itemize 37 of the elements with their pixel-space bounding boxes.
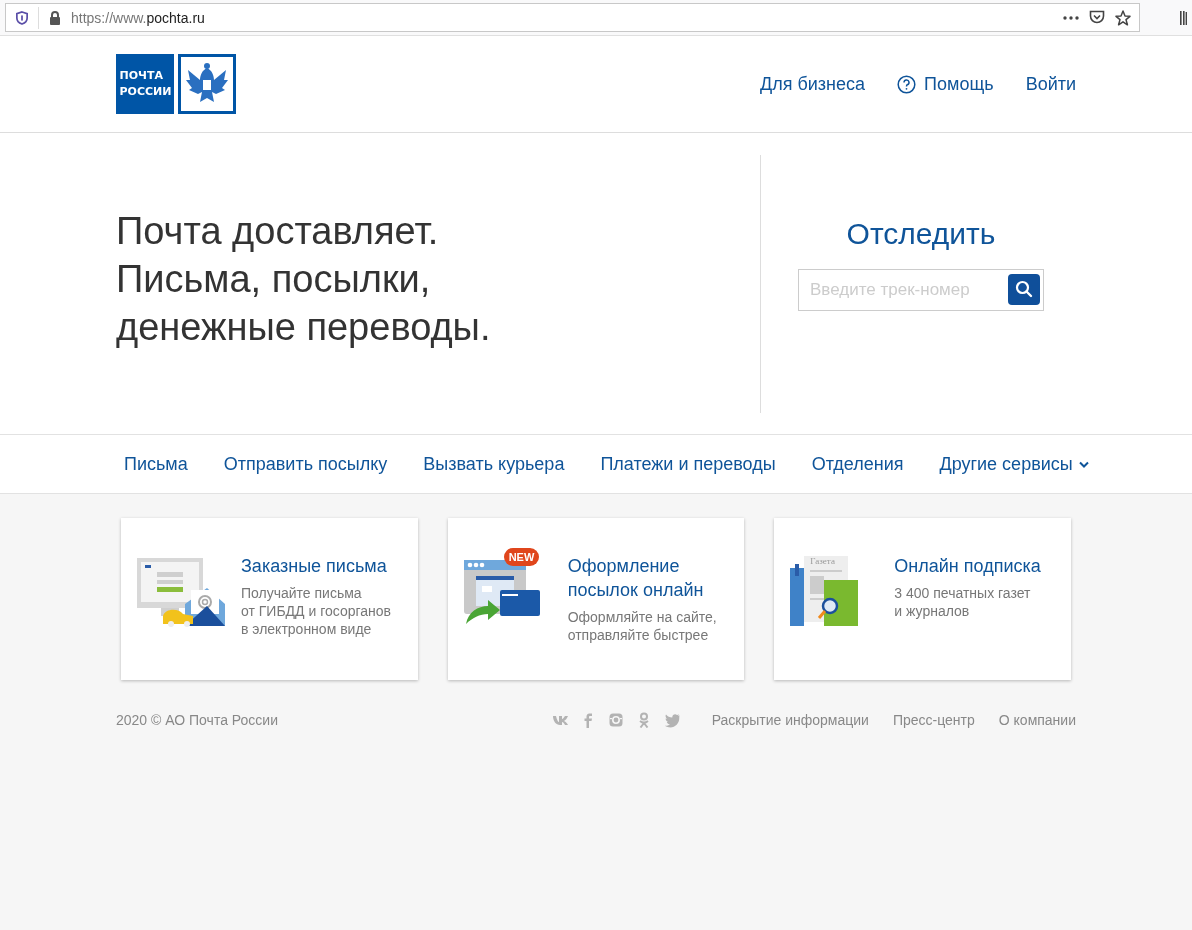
dropdown-menu-link[interactable]: Другие сервисы: [939, 453, 1089, 475]
pocket-icon[interactable]: [1089, 10, 1105, 25]
header-link[interactable]: Для бизнеса: [760, 73, 866, 95]
card-description: 3 400 печатных газет и журналов: [894, 584, 1032, 620]
help-icon: [897, 74, 917, 94]
eagle-emblem-icon[interactable]: [178, 54, 236, 114]
hero-headline: Почта доставляет. Письма, посылки, денежные переводы.: [116, 208, 492, 350]
address-bar[interactable]: https://www.pochta.ru: [5, 3, 1140, 32]
search-button[interactable]: [1008, 273, 1040, 305]
search-icon: [1015, 280, 1033, 298]
copyright-text: 2020 © АО Почта России: [116, 712, 278, 728]
more-icon[interactable]: [1063, 15, 1079, 20]
card-title[interactable]: Заказные письма: [241, 554, 392, 578]
header-link[interactable]: Войти: [1025, 73, 1076, 95]
nav-link[interactable]: Платежи и переводы: [600, 453, 776, 475]
nav-link[interactable]: Отделения: [811, 453, 904, 475]
url-text[interactable]: https://www.pochta.ru: [71, 9, 205, 26]
lock-icon: [49, 10, 61, 25]
star-icon[interactable]: [1115, 9, 1131, 26]
card-title[interactable]: Онлайн подписка: [894, 554, 1041, 578]
service-card[interactable]: NEW Оформление посылок онлайн Оформляйте на сайте, отправляйте быстрее: [447, 518, 745, 680]
nav-link[interactable]: Отправить посылку: [223, 453, 388, 475]
card-title[interactable]: Оформление посылок онлайн: [567, 554, 717, 602]
card-description: Оформляйте на сайте, отправляйте быстрее: [567, 608, 717, 644]
service-card[interactable]: Газета Онлайн подписка 3 400 печатных газет и журналов: [774, 518, 1071, 680]
shield-icon[interactable]: [16, 10, 28, 25]
track-title: Отследить: [846, 216, 996, 251]
nav-link[interactable]: Письма: [124, 453, 188, 475]
nav-link[interactable]: Вызвать курьера: [423, 453, 565, 475]
newspaper-magnifier-icon: [788, 554, 859, 628]
library-icon[interactable]: [1180, 10, 1187, 25]
service-card[interactable]: Заказные письма Получайте письма от ГИБДД и госорганов в электронном виде: [121, 518, 418, 680]
card-description: Получайте письма от ГИБДД и госорганов в электронном виде: [241, 584, 392, 638]
help-link[interactable]: Помощь: [897, 73, 994, 95]
newspaper-title: Газета: [810, 556, 835, 566]
logo-wordmark[interactable]: ПОЧТА РОССИИ: [116, 54, 174, 114]
new-badge: NEW: [503, 548, 540, 566]
